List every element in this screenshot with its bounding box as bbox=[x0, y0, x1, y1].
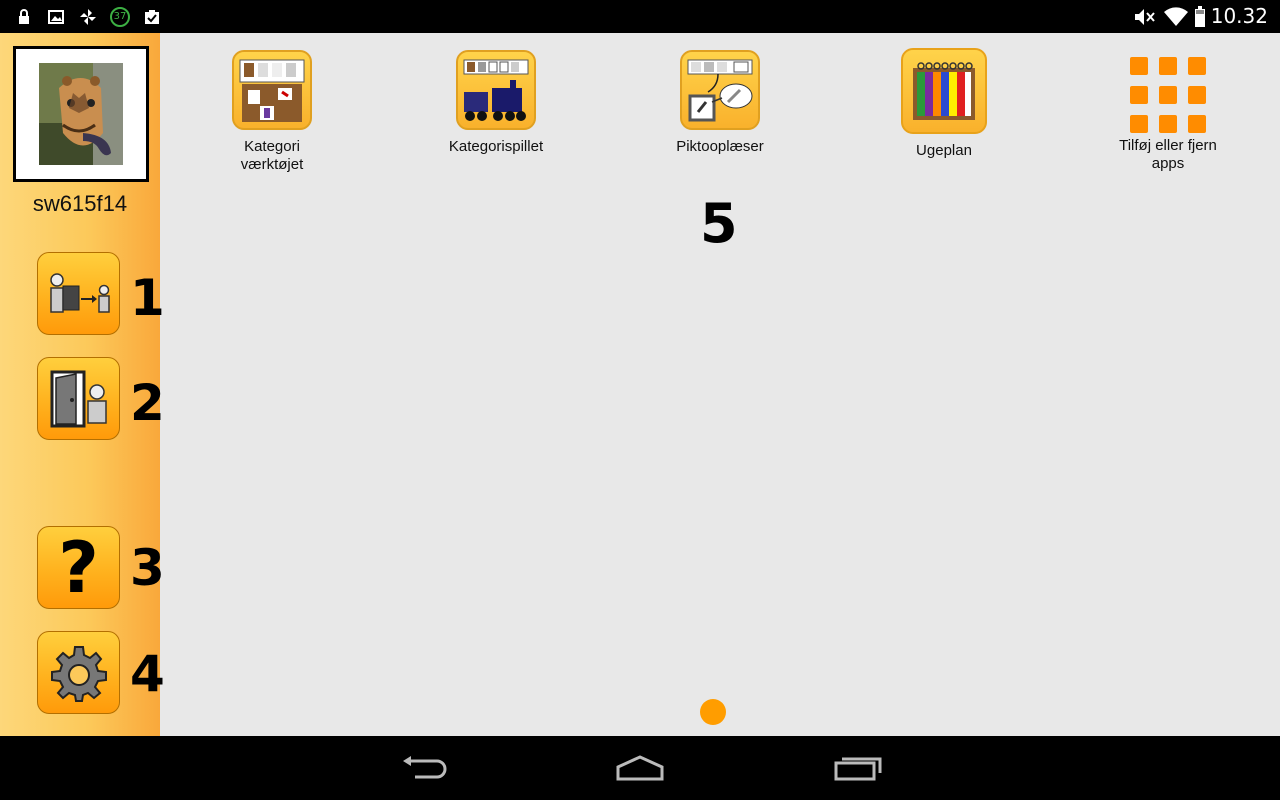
status-bar: 37 10.32 bbox=[0, 0, 1280, 33]
app-label: Tilføj eller fjern apps bbox=[1119, 137, 1217, 172]
logout-button[interactable] bbox=[37, 357, 120, 440]
app-tilfoej-eller-fjern-apps[interactable]: Tilføj eller fjern apps bbox=[1068, 50, 1268, 173]
annotation-3: 3 bbox=[130, 539, 165, 597]
notification-badge-count: 37 bbox=[113, 11, 127, 22]
app-kategori-vaerktoejet[interactable]: Kategori værktøjet bbox=[172, 50, 372, 174]
app-label: Ugeplan bbox=[916, 142, 972, 159]
recent-apps-icon bbox=[834, 757, 882, 781]
page-indicator-dot bbox=[700, 699, 726, 725]
category-game-train-icon bbox=[456, 50, 536, 130]
profile-avatar[interactable] bbox=[13, 46, 149, 182]
annotation-4: 4 bbox=[130, 645, 165, 703]
back-icon bbox=[403, 756, 447, 779]
annotation-5: 5 bbox=[700, 192, 738, 255]
back-button[interactable] bbox=[374, 736, 474, 800]
weekly-plan-icon bbox=[901, 48, 987, 134]
pictogram-reader-icon bbox=[680, 50, 760, 130]
annotation-1: 1 bbox=[130, 269, 165, 327]
wifi-icon bbox=[1162, 0, 1190, 33]
username: sw615f14 bbox=[32, 191, 128, 216]
settings-button[interactable] bbox=[37, 631, 120, 714]
image-icon bbox=[46, 0, 66, 33]
annotation-2: 2 bbox=[130, 374, 165, 432]
switch-profile-icon bbox=[49, 272, 110, 313]
mute-icon bbox=[1132, 0, 1158, 33]
navigation-bar bbox=[0, 736, 1280, 800]
giraffe-photo-icon bbox=[39, 63, 123, 165]
home-button[interactable] bbox=[590, 736, 690, 800]
category-tool-icon bbox=[232, 50, 312, 130]
app-piktooplaeser[interactable]: Piktooplæser bbox=[620, 50, 820, 156]
lock-icon bbox=[14, 0, 34, 33]
notification-badge-icon: 37 bbox=[108, 0, 132, 33]
app-label: Kategori værktøjet bbox=[240, 138, 304, 173]
app-label: Piktooplæser bbox=[676, 138, 764, 155]
home-icon bbox=[616, 755, 664, 781]
app-kategorispillet[interactable]: Kategorispillet bbox=[396, 50, 596, 156]
sidebar: sw615f14 1 2 ? 3 4 bbox=[0, 33, 165, 736]
app-label: Kategorispillet bbox=[448, 138, 544, 155]
settings-gear-icon bbox=[50, 645, 107, 702]
clock: 10.32 bbox=[1210, 4, 1268, 28]
recent-apps-button[interactable] bbox=[808, 736, 908, 800]
clipboard-check-icon bbox=[142, 0, 162, 33]
app-ugeplan[interactable]: Ugeplan bbox=[844, 48, 1044, 160]
switch-profile-button[interactable] bbox=[37, 252, 120, 335]
logout-door-icon bbox=[50, 370, 107, 427]
pinwheel-icon bbox=[78, 0, 98, 33]
help-icon: ? bbox=[58, 526, 99, 609]
battery-icon bbox=[1192, 0, 1208, 33]
grid-apps-icon bbox=[1128, 55, 1208, 135]
help-button[interactable]: ? bbox=[37, 526, 120, 609]
